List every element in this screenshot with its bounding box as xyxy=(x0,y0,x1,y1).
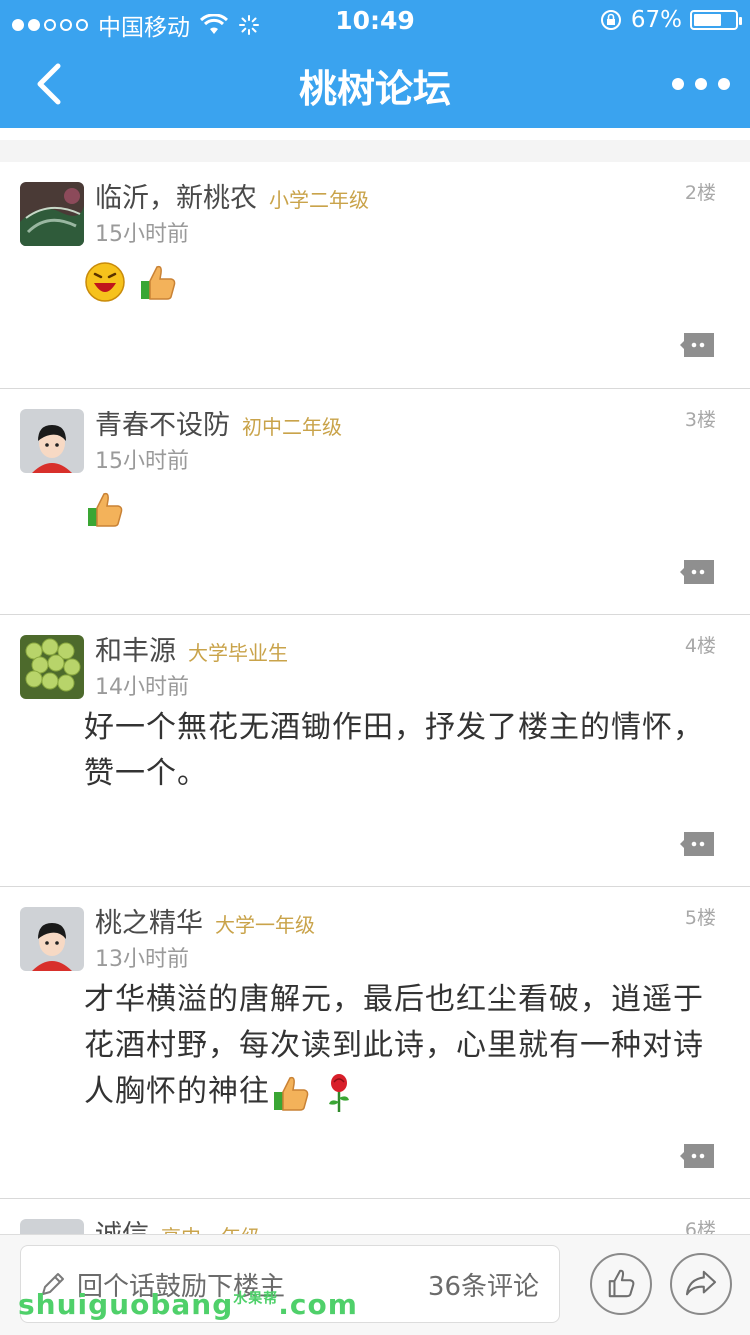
user-name[interactable]: 和丰源 xyxy=(95,636,176,667)
thumbs-up-emoji-icon xyxy=(140,265,175,300)
battery-icon xyxy=(690,10,742,30)
user-name[interactable]: 临沂，新桃农 xyxy=(95,183,257,214)
status-bar: 中国移动 10:49 67% xyxy=(0,0,750,41)
app-header: 中国移动 10:49 67% 桃树论坛 xyxy=(0,0,750,128)
reply-content xyxy=(84,485,704,531)
floor-number: 2楼 xyxy=(684,182,716,204)
user-grade-badge: 大学一年级 xyxy=(215,913,315,937)
reply-content: 才华横溢的唐解元，最后也红尘看破，逍遥于花酒村野，每次读到此诗，心里就有一种对诗… xyxy=(84,977,704,1115)
more-dot-icon xyxy=(718,78,730,90)
rose-emoji-icon xyxy=(328,1073,349,1112)
user-grade-badge: 大学毕业生 xyxy=(188,641,288,665)
laughing-emoji-icon xyxy=(85,261,125,302)
reply-item: 诚信 高中一年级 6楼 xyxy=(0,1199,750,1239)
user-grade-badge: 初中二年级 xyxy=(242,415,342,439)
reply-content: 好一个無花无酒锄作田，抒发了楼主的情怀，赞一个。 xyxy=(84,710,704,791)
floor-number: 4楼 xyxy=(684,635,716,657)
avatar[interactable] xyxy=(20,635,84,699)
reply-content xyxy=(84,258,704,304)
reply-text: 才华横溢的唐解元，最后也红尘看破，逍遥于花酒村野，每次读到此诗，心里就有一种对诗… xyxy=(84,982,704,1109)
reply-item: 和丰源 大学毕业生 14小时前 4楼 好一个無花无酒锄作田，抒发了楼主的情怀，赞一… xyxy=(0,615,750,887)
post-time: 14小时前 xyxy=(95,675,189,700)
more-options-button[interactable] xyxy=(672,66,730,102)
avatar[interactable] xyxy=(20,907,84,971)
site-watermark: shuiguobang水果帮.com xyxy=(18,1288,358,1321)
user-name[interactable]: 桃之精华 xyxy=(95,908,203,939)
reply-item: 桃之精华 大学一年级 13小时前 5楼 才华横溢的唐解元，最后也红尘看破，逍遥于花… xyxy=(0,887,750,1199)
more-dot-icon xyxy=(695,78,707,90)
user-name[interactable]: 青春不设防 xyxy=(95,410,230,441)
like-button[interactable] xyxy=(590,1253,652,1315)
avatar[interactable] xyxy=(20,182,84,246)
thumbs-up-emoji-icon xyxy=(274,1076,309,1111)
floor-number: 5楼 xyxy=(684,907,716,929)
post-time: 15小时前 xyxy=(95,449,189,474)
more-dot-icon xyxy=(672,78,684,90)
comment-icon[interactable] xyxy=(680,559,716,585)
nav-bar: 桃树论坛 xyxy=(0,40,750,128)
comment-icon[interactable] xyxy=(680,831,716,857)
user-grade-badge: 小学二年级 xyxy=(269,188,369,212)
reply-item: 青春不设防 初中二年级 15小时前 3楼 xyxy=(0,389,750,615)
comment-count[interactable]: 36条评论 xyxy=(428,1266,539,1303)
page-title: 桃树论坛 xyxy=(298,67,451,111)
avatar[interactable] xyxy=(20,409,84,473)
comment-icon[interactable] xyxy=(680,1143,716,1169)
post-time: 13小时前 xyxy=(95,947,189,972)
share-button[interactable] xyxy=(670,1253,732,1315)
thumbs-up-emoji-icon xyxy=(88,492,123,527)
reply-item: 临沂，新桃农 小学二年级 15小时前 2楼 xyxy=(0,162,750,389)
section-divider xyxy=(0,140,750,162)
post-time: 15小时前 xyxy=(95,222,189,247)
comment-icon[interactable] xyxy=(680,332,716,358)
rotation-lock-icon xyxy=(600,10,621,30)
floor-number: 3楼 xyxy=(684,409,716,431)
battery-percent: 67% xyxy=(630,7,682,33)
